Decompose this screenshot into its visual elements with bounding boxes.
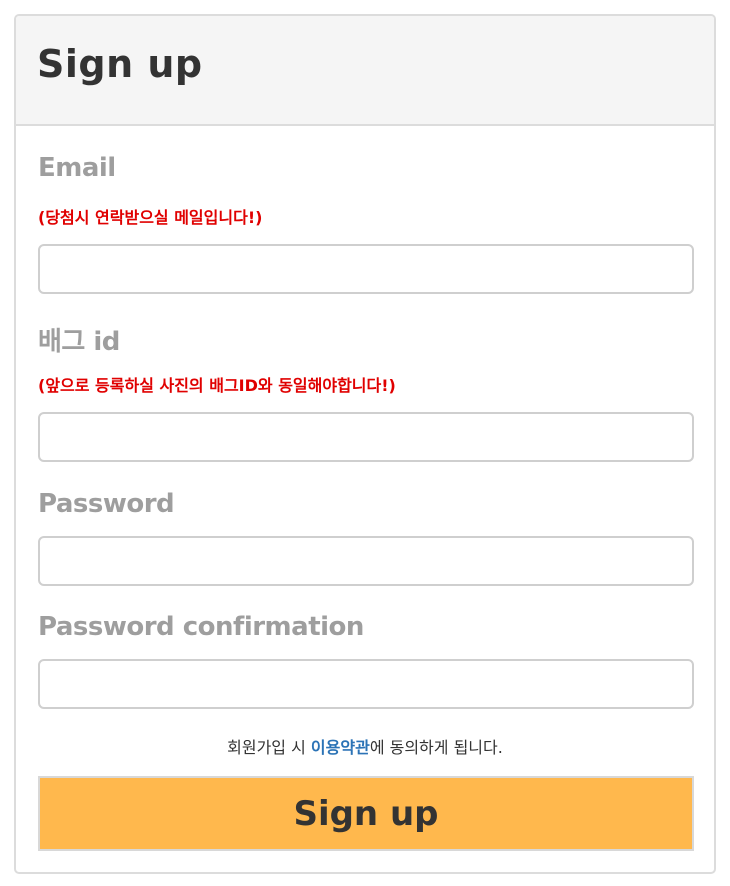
- signup-panel: Sign up Email (당첨시 연락받으실 메일입니다!) 배그 id (…: [14, 14, 716, 874]
- password-confirmation-label: Password confirmation: [38, 612, 364, 642]
- terms-link[interactable]: 이용약관: [311, 738, 370, 757]
- email-label: Email: [38, 153, 116, 183]
- panel-header: Sign up: [16, 16, 714, 126]
- pubg-id-hint: (앞으로 등록하실 사진의 배그ID와 동일해야합니다!): [38, 376, 396, 395]
- agreement-suffix: 에 동의하게 됩니다.: [369, 738, 503, 757]
- terms-agreement-text: 회원가입 시 이용약관에 동의하게 됩니다.: [16, 734, 714, 758]
- pubg-id-field[interactable]: [38, 412, 694, 462]
- password-label: Password: [38, 489, 175, 519]
- password-confirmation-field[interactable]: [38, 659, 694, 709]
- email-hint: (당첨시 연락받으실 메일입니다!): [38, 208, 263, 227]
- email-field[interactable]: [38, 244, 694, 294]
- pubg-id-label: 배그 id: [38, 327, 120, 357]
- agreement-prefix: 회원가입 시: [227, 738, 311, 757]
- page-title: Sign up: [37, 42, 203, 86]
- sign-up-button[interactable]: Sign up: [38, 776, 694, 851]
- password-field[interactable]: [38, 536, 694, 586]
